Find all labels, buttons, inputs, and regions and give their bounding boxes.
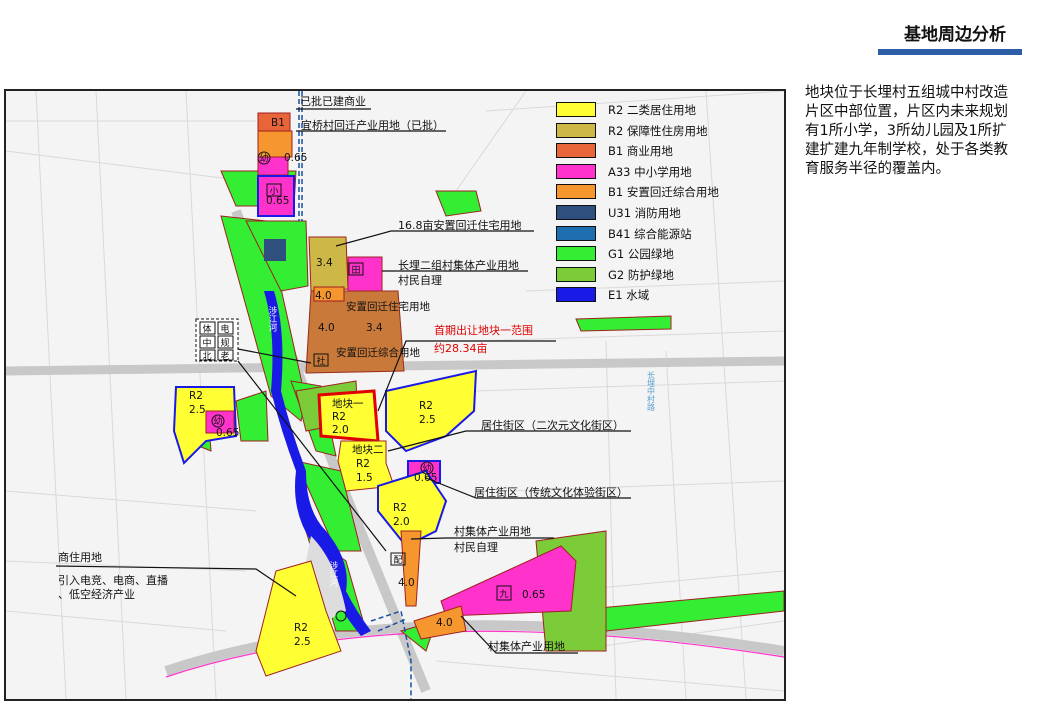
legend-label: R2 保障性住房用地	[608, 123, 708, 138]
label-plot2-far: 1.5	[356, 472, 373, 484]
you2-glyph: 幼	[213, 415, 222, 427]
label-far-34-b: 3.4	[366, 322, 383, 334]
label-south-r2: R2	[393, 502, 407, 514]
cluster-bei: 北	[202, 351, 211, 362]
callout-commercial-residential: 商住用地	[58, 550, 102, 564]
title-underline-bar	[878, 49, 1022, 55]
legend-label: B1 商业用地	[608, 144, 673, 159]
xiao-glyph: 小	[269, 186, 278, 197]
legend-label: B1 安置回迁综合用地	[608, 185, 719, 200]
legend-label: U31 消防用地	[608, 206, 681, 220]
label-plot1: 地块一	[332, 397, 364, 410]
cluster-gui: 规	[220, 338, 229, 349]
legend-label: E1 水域	[608, 288, 650, 303]
legend-label: A33 中小学用地	[608, 164, 692, 179]
she-glyph: 社	[316, 355, 325, 367]
legend-swatch	[556, 225, 596, 241]
cluster-dian: 电	[220, 323, 229, 335]
map-canvas: B1 0.65 0.65 3.4 4.0 4.0 3.4 R2 2.5 0.65…	[6, 91, 784, 699]
label-far-40-b: 4.0	[318, 322, 335, 334]
legend-label: B41 综合能源站	[608, 226, 692, 241]
label-far-40-d: 4.0	[436, 617, 453, 629]
label-east-r2: R2	[419, 400, 433, 412]
river-label-north: 涉江河	[267, 305, 277, 331]
callout-residential-2d: 居住街区（二次元文化街区）	[481, 418, 624, 432]
label-anzhi-zonghe: 安置回迁综合用地	[336, 346, 420, 359]
label-sw-r2: R2	[294, 622, 308, 634]
label-far-065-c: 0.65	[216, 427, 239, 439]
you3-glyph: 幼	[422, 462, 431, 474]
pei-glyph: 配	[393, 555, 402, 566]
label-far-40-a: 4.0	[315, 290, 332, 302]
label-left-far: 2.5	[189, 404, 206, 416]
label-b1: B1	[271, 117, 285, 129]
label-plot1-r2: R2	[332, 411, 346, 423]
label-far-065-e: 0.65	[522, 589, 545, 601]
vertical-road-label: 长埋中村路	[647, 370, 656, 411]
legend-swatch	[556, 122, 596, 138]
label-far-40-c: 4.0	[398, 577, 415, 589]
callout-relocation-industry: 宜桥村回迁产业用地（已批）	[301, 118, 444, 132]
label-plot1-far: 2.0	[332, 424, 349, 436]
legend-swatch	[556, 246, 596, 262]
legend-label: G2 防护绿地	[608, 267, 674, 282]
legend-swatch	[556, 143, 596, 159]
site-description: 地块位于长埋村五组城中村改造片区中部位置，片区内未来规划有1所小学，3所幼儿园及…	[805, 85, 1008, 177]
site-map[interactable]: B1 0.65 0.65 3.4 4.0 4.0 3.4 R2 2.5 0.65…	[4, 89, 786, 701]
callout-collective-industry-3: 村集体产业用地	[488, 639, 565, 653]
cluster-lao: 老	[220, 350, 229, 362]
label-far-065-a: 0.65	[284, 152, 307, 164]
you-glyph: 幼	[259, 152, 268, 164]
callout-residential-traditional: 居住街区（传统文化体验街区）	[474, 485, 628, 499]
park-icon	[335, 610, 347, 622]
jiu-glyph: 九	[499, 589, 508, 600]
legend-swatch	[556, 102, 596, 117]
label-sw-far: 2.5	[294, 636, 311, 648]
callout-commercial-note: 引入电竞、电商、直播、低空经济产业	[58, 573, 168, 601]
label-left-r2: R2	[189, 390, 203, 402]
legend-swatch	[556, 205, 596, 220]
callout-villager-self-1: 村民自理	[398, 273, 442, 287]
callout-villager-self-2: 村民自理	[454, 540, 498, 554]
callout-first-transfer-area: 约28.34亩	[434, 341, 488, 355]
page-title: 基地周边分析	[904, 25, 1006, 45]
cluster-ti: 体	[202, 323, 211, 335]
legend-swatch	[556, 184, 596, 200]
label-plot2-r2: R2	[356, 458, 370, 470]
legend-label: G1 公园绿地	[608, 247, 674, 262]
cluster-zhong: 中	[202, 337, 211, 349]
label-anzhi-housing: 安置回迁住宅用地	[346, 300, 430, 313]
callout-approved-commercial: 已批已建商业	[300, 94, 366, 108]
legend-swatch	[556, 287, 596, 303]
callout-relocation-housing: 16.8亩安置回迁住宅用地	[398, 218, 522, 232]
legend-label: R2 二类居住用地	[608, 103, 696, 117]
legend-swatch	[556, 266, 596, 282]
callout-first-transfer-title: 首期出让地块一范围	[434, 323, 533, 337]
label-plot2: 地块二	[352, 443, 384, 456]
label-south-far: 2.0	[393, 516, 410, 528]
fire-station[interactable]	[264, 239, 286, 261]
facility-cluster: 体 电 中 规 北 老	[195, 318, 239, 362]
legend-swatch	[556, 163, 596, 179]
callout-collective-industry-2: 长埋二组村集体产业用地	[398, 258, 519, 272]
tian-glyph: 田	[351, 265, 360, 276]
callout-collective-industry: 村集体产业用地	[454, 524, 531, 538]
label-far-34-a: 3.4	[316, 257, 333, 269]
collective-strip-parcel[interactable]	[400, 530, 422, 607]
label-east-far: 2.5	[419, 414, 436, 426]
river-label-south: 涉江河	[328, 560, 338, 586]
